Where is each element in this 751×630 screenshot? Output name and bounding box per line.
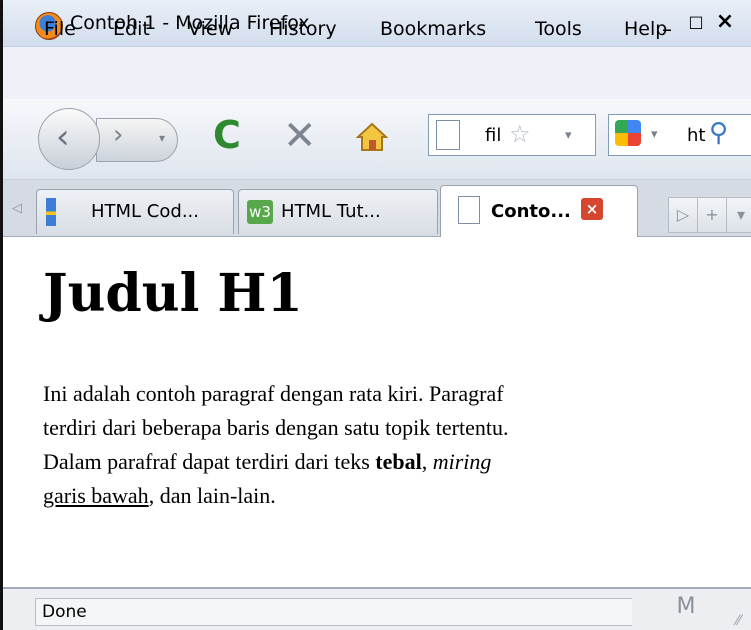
line-3-text: Dalam parafraf dapat terdiri dari teks	[43, 449, 376, 474]
menu-edit[interactable]: Edit	[113, 18, 150, 40]
address-input[interactable]: fil	[485, 125, 501, 146]
menu-history[interactable]: History	[269, 18, 337, 40]
tab-html-code[interactable]: HTML Cod...	[36, 189, 234, 234]
page-content: Judul H1 Ini adalah contoh paragraf deng…	[3, 237, 751, 587]
menu-bar	[3, 47, 751, 99]
forward-arrow-icon: ›	[113, 120, 124, 150]
comma-text: ,	[421, 449, 433, 474]
paragraph: Ini adalah contoh paragraf dengan rata k…	[43, 377, 743, 513]
search-input[interactable]: ht	[687, 125, 705, 146]
history-dropdown-icon[interactable]: ▾	[159, 131, 165, 145]
list-all-tabs-button[interactable]: ▾	[726, 197, 751, 233]
status-text: Done	[35, 598, 632, 626]
forward-button[interactable]: › ▾	[96, 118, 178, 162]
back-button[interactable]: ‹	[38, 108, 100, 170]
paragraph-line-3: Dalam parafraf dapat terdiri dari teks t…	[43, 445, 743, 479]
menu-file[interactable]: File	[44, 18, 76, 40]
paragraph-line-2: terdiri dari beberapa baris dengan satu …	[43, 415, 509, 440]
menu-bookmarks[interactable]: Bookmarks	[380, 18, 486, 40]
browser-window: Contoh 1 - Mozilla Firefox _ □ × File Ed…	[0, 0, 751, 630]
new-tab-button[interactable]: +	[697, 197, 727, 233]
blue-bookmark-icon	[46, 198, 56, 226]
menu-help[interactable]: Help	[624, 18, 667, 40]
tab-label: HTML Tut...	[281, 201, 381, 222]
underline-text: garis bawah	[43, 483, 149, 508]
close-window-button[interactable]: ×	[712, 11, 738, 35]
reload-button[interactable]: C	[213, 113, 241, 157]
italic-text: miring	[432, 449, 492, 474]
w3-icon: w3	[247, 200, 273, 224]
back-arrow-icon: ‹	[56, 117, 70, 157]
bold-text: tebal	[375, 449, 422, 474]
page-icon	[458, 196, 480, 224]
tab-contoh-active[interactable]: Conto... ×	[440, 185, 638, 238]
search-bar[interactable]: ▾ ht ⚲	[608, 114, 751, 156]
stop-button[interactable]: ✕	[283, 113, 317, 159]
search-magnifier-icon[interactable]: ⚲	[709, 118, 728, 148]
google-search-engine-icon[interactable]	[615, 120, 641, 146]
home-button[interactable]	[356, 121, 388, 153]
page-heading: Judul H1	[43, 263, 303, 324]
line-4-text: , dan lain-lain.	[148, 483, 276, 508]
resize-grip-icon[interactable]: ⁄⁄	[736, 613, 741, 629]
tab-close-icon[interactable]: ×	[581, 198, 603, 220]
menu-tools[interactable]: Tools	[535, 18, 582, 40]
address-dropdown-icon[interactable]: ▾	[565, 128, 572, 143]
home-icon	[356, 122, 388, 151]
tab-label: Conto...	[491, 201, 571, 222]
tab-scroll-left-icon[interactable]: ◁	[12, 201, 22, 216]
page-icon	[436, 120, 460, 150]
bookmark-star-icon[interactable]: ☆	[509, 120, 531, 148]
tab-scroll-right-button[interactable]: ▷	[668, 197, 698, 233]
tab-label: HTML Cod...	[91, 201, 199, 222]
tab-html-tutorial[interactable]: w3 HTML Tut...	[238, 189, 438, 234]
search-engine-dropdown-icon[interactable]: ▾	[651, 127, 658, 142]
paragraph-line-1: Ini adalah contoh paragraf dengan rata k…	[43, 381, 504, 406]
address-bar[interactable]: fil ☆ ▾	[428, 114, 596, 156]
paragraph-line-4: garis bawah, dan lain-lain.	[43, 479, 743, 513]
gmail-notifier-icon[interactable]: M	[669, 594, 703, 620]
status-bar: Done M ⁄⁄	[3, 587, 751, 630]
menu-view[interactable]: View	[188, 18, 233, 40]
maximize-button[interactable]: □	[683, 11, 709, 35]
